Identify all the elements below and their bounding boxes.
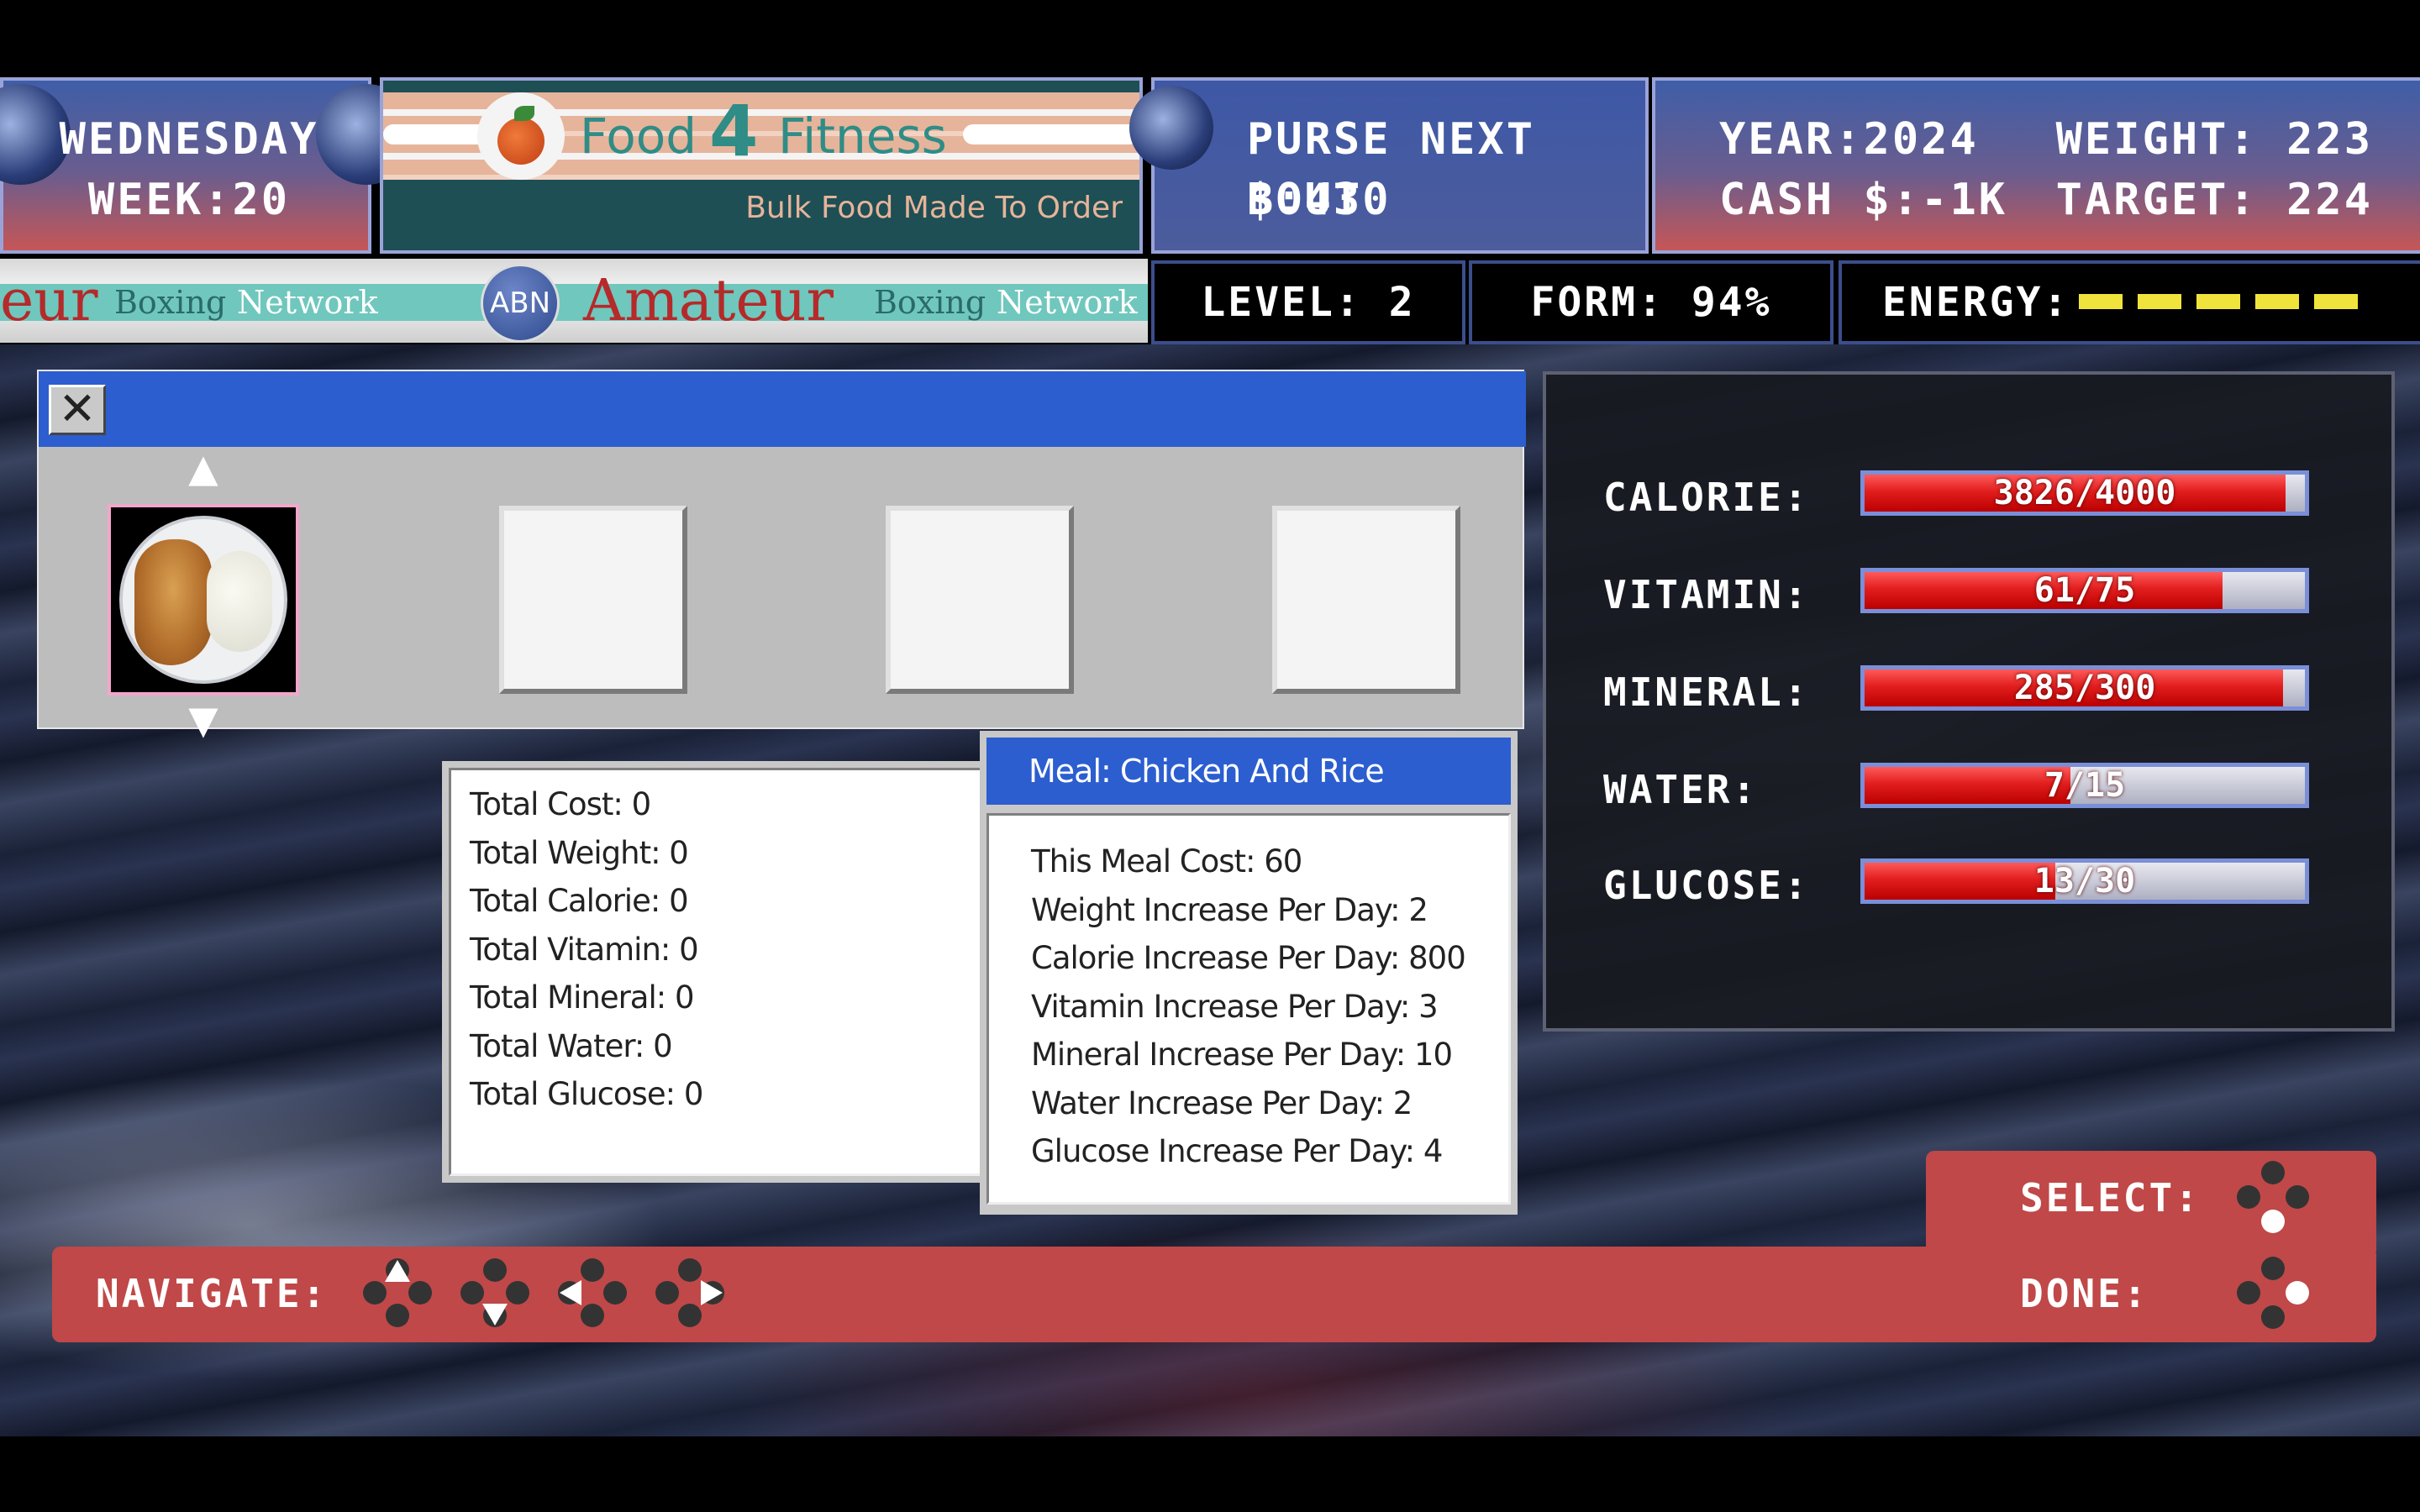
day-week-panel: WEDNESDAY WEEK:20 xyxy=(0,77,417,254)
select-label: SELECT: xyxy=(2020,1175,2201,1221)
water-value: 7/15 xyxy=(2044,766,2126,805)
ticker-boxing: Boxing xyxy=(114,284,227,321)
food-slot-empty[interactable] xyxy=(1272,506,1460,694)
mineral-value: 285/300 xyxy=(2013,669,2156,707)
mineral-bar: 285/300 xyxy=(1860,665,2309,711)
total-glucose: Total Glucose: 0 xyxy=(470,1076,703,1112)
ticker-network: Network xyxy=(237,284,378,321)
sponsor-word-fitness: Fitness xyxy=(778,108,947,165)
year-label: YEAR:2024 xyxy=(1719,114,1979,165)
meal-glucose-increase: Glucose Increase Per Day: 4 xyxy=(1031,1133,1443,1169)
ticker-network: Network xyxy=(997,284,1138,321)
ticker-fragment: eur xyxy=(0,268,98,334)
meal-water-increase: Water Increase Per Day: 2 xyxy=(1031,1084,1413,1121)
globe-icon xyxy=(1129,86,1213,170)
meal-vitamin-increase: Vitamin Increase Per Day: 3 xyxy=(1031,988,1439,1025)
ticker-boxing: Boxing xyxy=(874,284,986,321)
dpad-right-icon[interactable] xyxy=(652,1255,728,1331)
totals-panel: Total Cost: 0 Total Weight: 0 Total Calo… xyxy=(442,761,997,1183)
sponsor-word-food: Food xyxy=(580,108,697,165)
food-slot-empty[interactable] xyxy=(499,506,687,694)
form-label: FORM: 94% xyxy=(1530,279,1772,326)
dpad-left-icon[interactable] xyxy=(555,1255,630,1331)
calorie-bar: 3826/4000 xyxy=(1860,470,2309,516)
food-inventory-window: ✕ ▲ ▼ xyxy=(37,370,1526,739)
abn-logo: ABN xyxy=(481,264,560,343)
total-mineral: Total Mineral: 0 xyxy=(470,979,695,1016)
navigate-label: NAVIGATE: xyxy=(96,1271,329,1316)
vitamin-value: 61/75 xyxy=(2033,571,2136,610)
total-calorie: Total Calorie: 0 xyxy=(470,883,689,919)
chicken-icon xyxy=(134,539,212,665)
news-ticker: eur Boxing Network ABN Amateur Boxing Ne… xyxy=(0,259,1148,343)
banner-bar-left xyxy=(383,124,492,144)
sponsor-banner: Food 4 Fitness Bulk Food Made To Order xyxy=(380,77,1143,254)
button-a-icon[interactable] xyxy=(2235,1159,2311,1235)
glucose-label: GLUCOSE: xyxy=(1603,863,1810,908)
food-slot-selected[interactable] xyxy=(108,504,299,696)
weight-label: WEIGHT: 223 xyxy=(2055,114,2373,165)
water-bar: 7/15 xyxy=(1860,763,2309,808)
energy-label: ENERGY: xyxy=(1882,279,2070,326)
water-label: WATER: xyxy=(1603,767,1759,812)
meal-title: Meal: Chicken And Rice xyxy=(986,738,1511,805)
meal-weight-increase: Weight Increase Per Day: 2 xyxy=(1031,891,1428,928)
glucose-bar: 13/30 xyxy=(1860,858,2309,904)
meal-calorie-increase: Calorie Increase Per Day: 800 xyxy=(1031,940,1466,976)
done-label: DONE: xyxy=(2020,1271,2149,1316)
abn-logo-text: ABN xyxy=(489,286,551,320)
close-button[interactable]: ✕ xyxy=(49,385,106,435)
calorie-value: 3826/4000 xyxy=(1993,474,2176,512)
plate-icon xyxy=(119,516,287,684)
rice-icon xyxy=(207,551,272,652)
sponsor-tagline: Bulk Food Made To Order xyxy=(745,191,1123,225)
arrow-down-icon[interactable]: ▼ xyxy=(178,701,229,739)
form-cell: FORM: 94% xyxy=(1469,260,1833,344)
vitamin-label: VITAMIN: xyxy=(1603,572,1810,617)
apple-icon xyxy=(477,92,565,180)
meal-mineral-increase: Mineral Increase Per Day: 10 xyxy=(1031,1037,1453,1073)
total-cost: Total Cost: 0 xyxy=(470,786,651,822)
week-label: WEEK:20 xyxy=(87,175,291,225)
energy-pip xyxy=(2314,294,2358,309)
day-label: WEDNESDAY xyxy=(59,114,319,165)
nutrient-panel: CALORIE: 3826/4000 VITAMIN: 61/75 MINERA… xyxy=(1543,371,2395,1032)
button-b-icon[interactable] xyxy=(2235,1255,2311,1331)
arrow-up-icon[interactable]: ▲ xyxy=(178,449,229,487)
ticker-amateur: Amateur xyxy=(583,268,834,334)
banner-bar-right xyxy=(963,124,1139,144)
level-label: LEVEL: 2 xyxy=(1201,279,1416,326)
dpad-down-icon[interactable] xyxy=(457,1255,533,1331)
level-cell: LEVEL: 2 xyxy=(1151,260,1465,344)
sponsor-number: 4 xyxy=(709,90,759,172)
energy-cell: ENERGY: xyxy=(1839,260,2420,344)
mineral-label: MINERAL: xyxy=(1603,669,1810,715)
dpad-up-icon[interactable] xyxy=(360,1255,435,1331)
energy-pip xyxy=(2079,294,2123,309)
purse-panel: PURSE NEXT BOUT $:430 xyxy=(1129,77,1649,254)
energy-pip xyxy=(2138,294,2181,309)
meal-detail-panel: Meal: Chicken And Rice This Meal Cost: 6… xyxy=(980,731,1518,1215)
window-title-bar xyxy=(39,371,1526,447)
total-weight: Total Weight: 0 xyxy=(470,834,689,871)
vitamin-bar: 61/75 xyxy=(1860,568,2309,613)
finance-weight-panel: YEAR:2024 CASH $:-1K WEIGHT: 223 TARGET:… xyxy=(1652,77,2420,254)
total-water: Total Water: 0 xyxy=(470,1027,673,1064)
energy-pip xyxy=(2196,294,2240,309)
totals-list: Total Cost: 0 Total Weight: 0 Total Calo… xyxy=(449,768,990,1176)
total-vitamin: Total Vitamin: 0 xyxy=(470,931,699,968)
cash-label: CASH $:-1K xyxy=(1719,175,2008,225)
glucose-value: 13/30 xyxy=(2033,862,2136,900)
meal-stats-list: This Meal Cost: 60 Weight Increase Per D… xyxy=(986,813,1511,1205)
meal-cost: This Meal Cost: 60 xyxy=(1031,843,1302,879)
food-slot-empty[interactable] xyxy=(886,506,1074,694)
target-label: TARGET: 224 xyxy=(2055,175,2373,225)
calorie-label: CALORIE: xyxy=(1603,475,1810,520)
purse-value: $:430 xyxy=(1247,175,1392,225)
energy-pip xyxy=(2255,294,2299,309)
